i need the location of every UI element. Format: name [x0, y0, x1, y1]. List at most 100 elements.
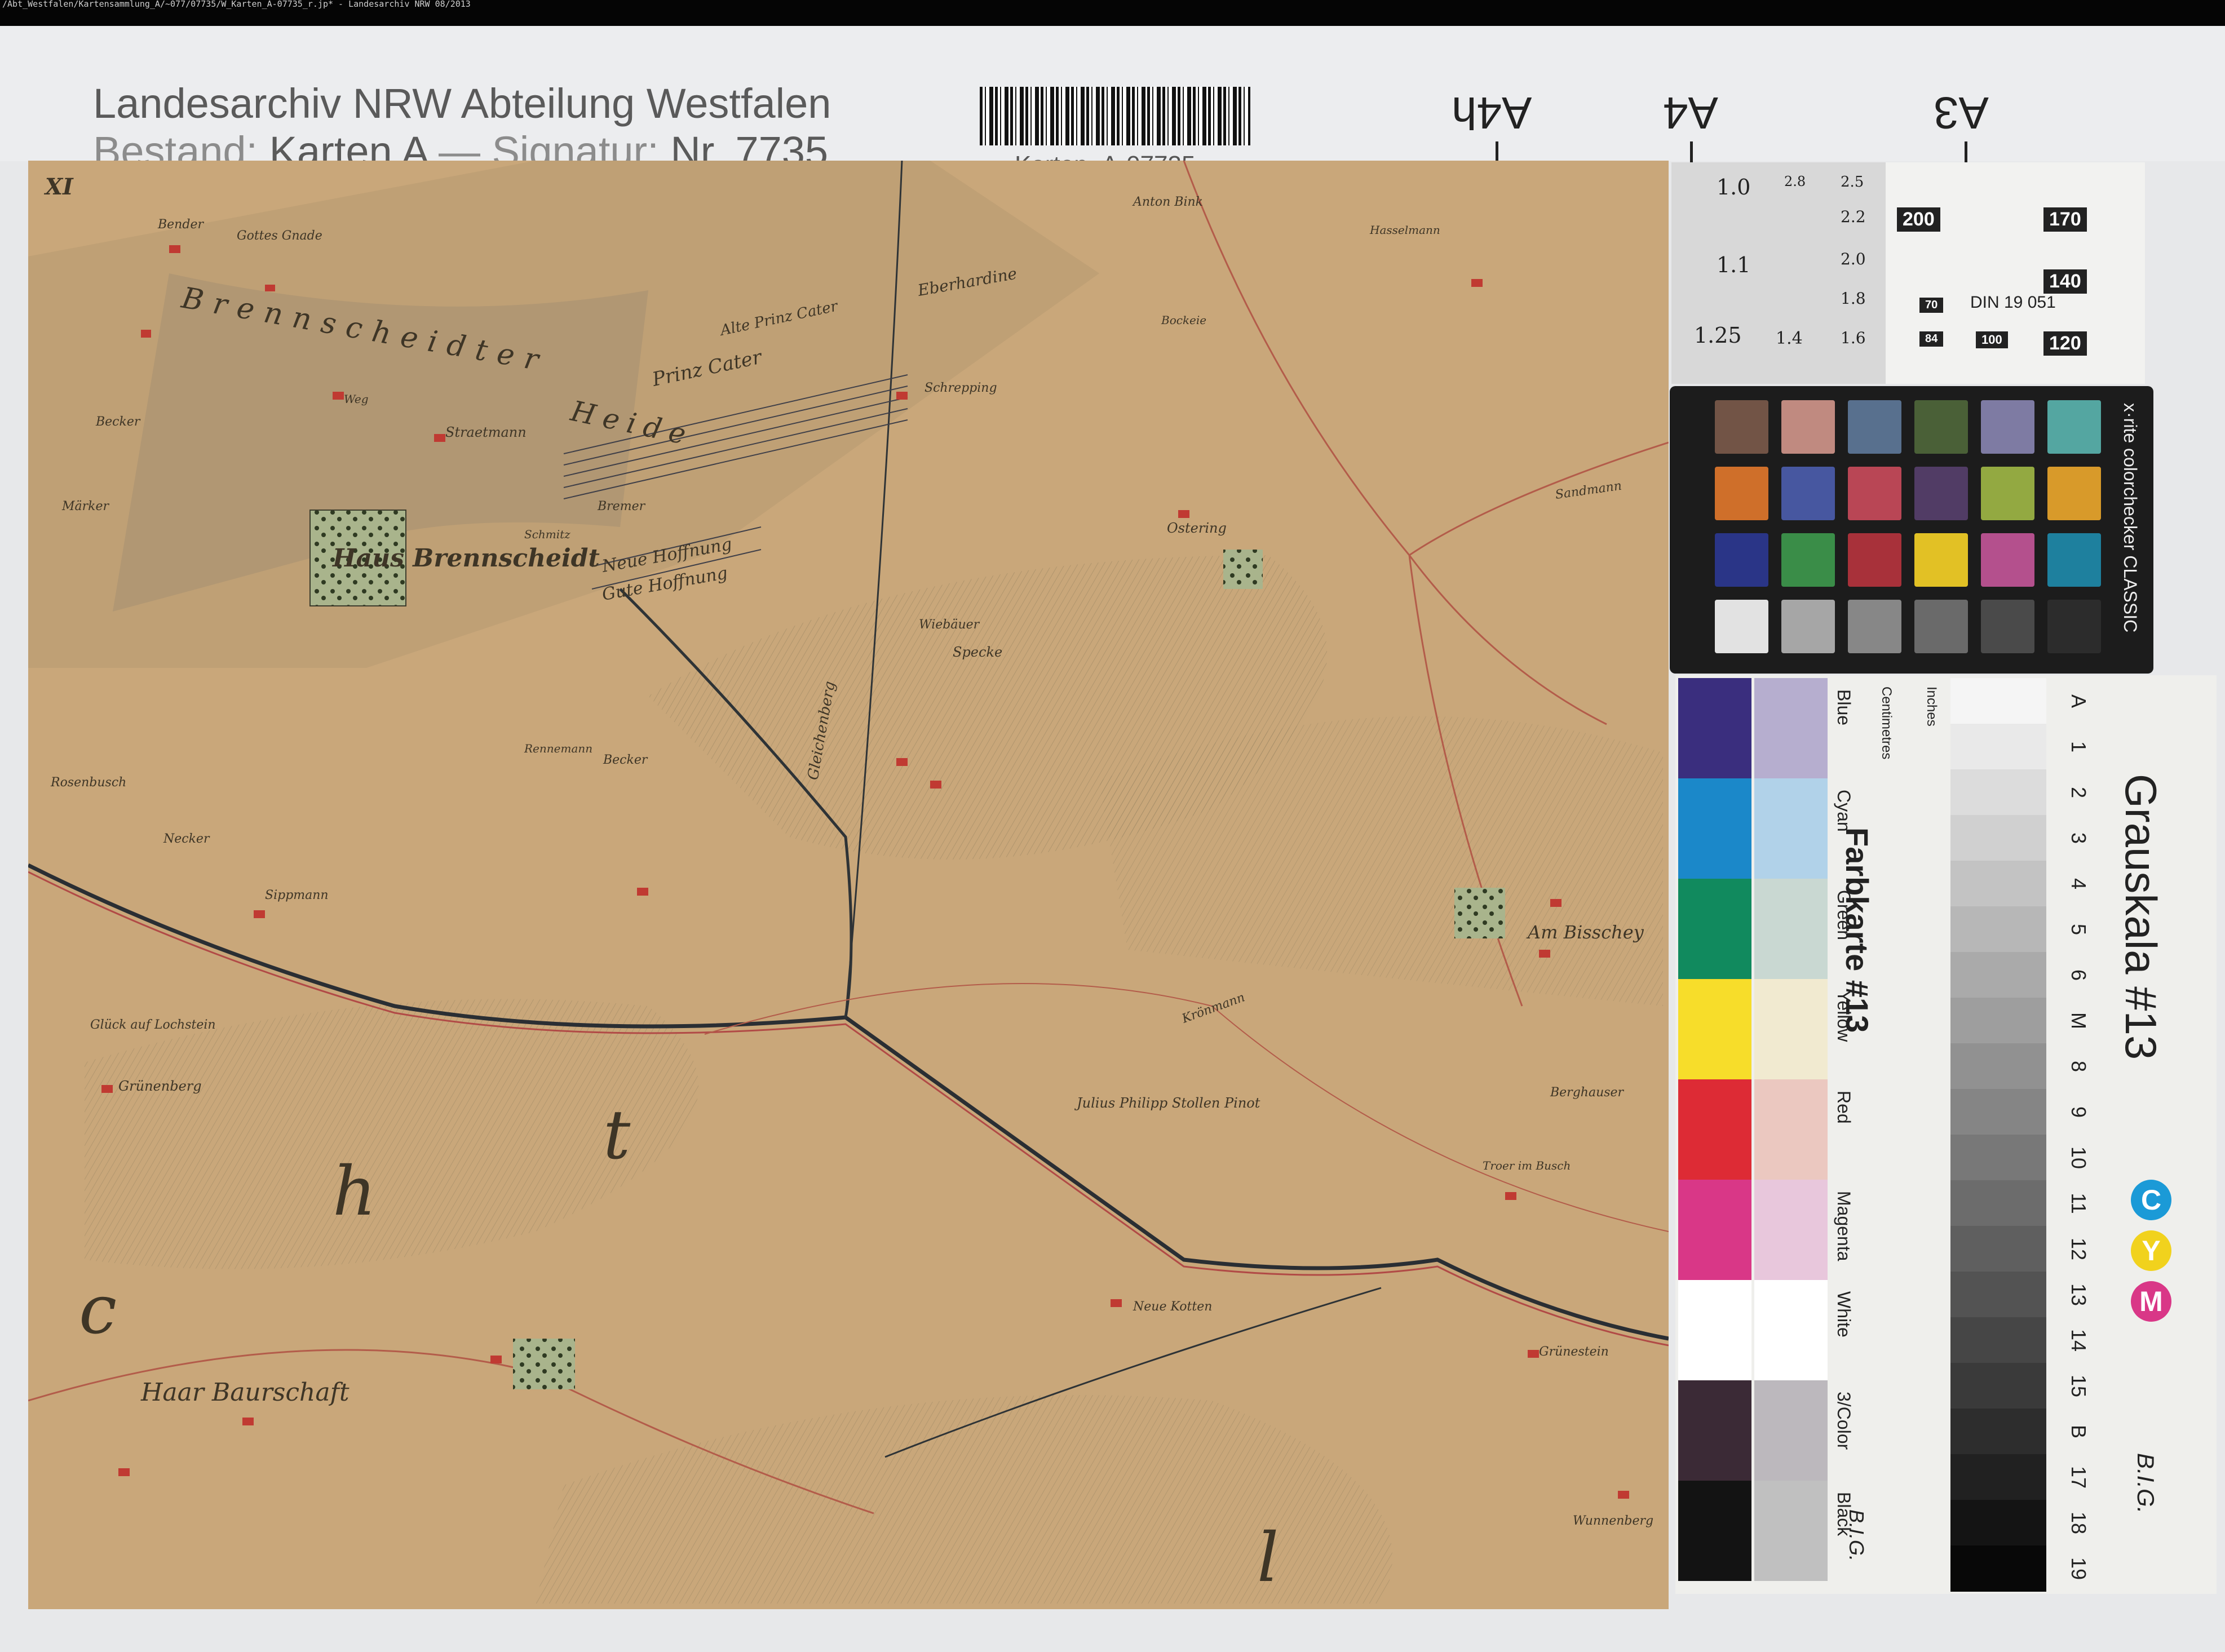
label-neue-kotten: Neue Kotten — [1133, 1300, 1212, 1314]
res-box: 120 — [2043, 331, 2087, 356]
grauskala-mark: 2 — [2067, 786, 2090, 799]
grauskala-mark: 18 — [2067, 1511, 2090, 1535]
label-rosenbusch: Rosenbusch — [50, 776, 126, 790]
size-marker-a3: A3 — [1934, 88, 1989, 138]
large-letter-h: h — [333, 1153, 376, 1231]
colorchecker-patch — [1981, 600, 2034, 653]
institution-title: Landesarchiv NRW Abteilung Westfalen — [93, 80, 831, 127]
grauskala-mark: M — [2067, 1012, 2090, 1029]
label-wiebaeuer: Wiebäuer — [919, 618, 980, 632]
res-value: 1.4 — [1776, 329, 1803, 348]
magenta-dot: M — [2131, 1281, 2171, 1322]
farbkarte-swatch-dark — [1678, 778, 1751, 879]
grauskala-mark: 12 — [2067, 1237, 2090, 1261]
label-gottes-gnade: Gottes Gnade — [237, 229, 322, 243]
colorchecker-patch — [2047, 600, 2101, 653]
label-wunnenberg: Wunnenberg — [1573, 1514, 1653, 1528]
farbkarte-row-label: Blue — [1834, 689, 1854, 726]
farbkarte-big-mark: B.I.G. — [1845, 1509, 1868, 1562]
label-straetmann: Straetmann — [445, 424, 527, 440]
grauskala-step — [1950, 1272, 2046, 1318]
label-bender: Bender — [157, 218, 204, 232]
res-box: 84 — [1919, 331, 1944, 347]
centimetres-label: Centimetres — [1879, 687, 1894, 760]
farbkarte-swatch-dark — [1678, 1280, 1751, 1380]
res-value: 2.2 — [1841, 207, 1866, 226]
grauskala-step — [1950, 1043, 2046, 1089]
grauskala-step — [1950, 815, 2046, 861]
grauskala-step — [1950, 906, 2046, 953]
farbkarte-swatch-dark — [1678, 979, 1751, 1079]
label-schrepping: Schrepping — [924, 381, 997, 395]
label-specke: Specke — [953, 644, 1002, 660]
grauskala-mark: 14 — [2067, 1328, 2090, 1352]
farbkarte-title: Farbkarte #13 — [1839, 827, 1875, 1033]
grauskala-mark: 10 — [2067, 1146, 2090, 1170]
grauskala-mark: 5 — [2067, 923, 2090, 936]
label-haar-baurschaft: Haar Baurschaft — [140, 1378, 350, 1407]
grauskala-step — [1950, 1500, 2046, 1546]
large-letter-l: l — [1257, 1519, 1279, 1597]
historic-map-sheet: XI Brennscheidter Heide Haus Brennscheid… — [28, 161, 1669, 1609]
grauskala-step — [1950, 769, 2046, 816]
yellow-dot: Y — [2131, 1230, 2171, 1271]
farbkarte-swatch-light — [1754, 1180, 1828, 1280]
grauskala-mark: B — [2067, 1424, 2090, 1438]
colorchecker-patch — [1781, 467, 1835, 520]
farbkarte-swatch-light — [1754, 678, 1828, 778]
label-julius-philipp: Julius Philipp Stollen Pinot — [1074, 1095, 1260, 1111]
res-value: 1.6 — [1841, 329, 1866, 347]
farbkarte-swatch-light — [1754, 879, 1828, 979]
res-value: 1.8 — [1841, 289, 1866, 308]
grauskala-mark: 11 — [2067, 1193, 2090, 1214]
label-weg: Weg — [344, 392, 369, 406]
grauskala-step — [1950, 678, 2046, 724]
label-gruenenberg: Grünenberg — [118, 1078, 202, 1094]
label-ostering: Ostering — [1167, 520, 1227, 536]
farbkarte-row-label: White — [1834, 1291, 1854, 1337]
label-becker2: Becker — [95, 415, 141, 429]
res-value: 1.0 — [1717, 175, 1751, 200]
farbkarte-swatch-light — [1754, 1079, 1828, 1180]
grauskala-step — [1950, 1135, 2046, 1181]
colorchecker-patch — [1715, 467, 1768, 520]
label-rennemann: Rennemann — [524, 742, 592, 755]
label-am-bisschey: Am Bisschey — [1526, 922, 1644, 943]
colorchecker-card: x·rite colorchecker CLASSIC — [1670, 386, 2153, 674]
large-letter-c: c — [79, 1271, 117, 1349]
farbkarte-swatch-dark — [1678, 879, 1751, 979]
farbkarte-row-label: 3/Color — [1834, 1392, 1854, 1450]
farbkarte-swatch-light — [1754, 979, 1828, 1079]
grauskala-step — [1950, 952, 2046, 998]
grauskala-step — [1950, 1545, 2046, 1592]
colorchecker-patch — [1781, 600, 1835, 653]
colorchecker-patch — [1981, 400, 2034, 454]
grauskala-step — [1950, 861, 2046, 907]
colorchecker-patch — [1848, 600, 1901, 653]
colorchecker-patch — [1715, 600, 1768, 653]
size-marker-a4h: A4h — [1452, 88, 1532, 138]
colorchecker-patch — [1981, 533, 2034, 587]
grauskala-mark: 13 — [2067, 1283, 2090, 1306]
label-necker: Necker — [163, 832, 210, 846]
grauskala-mark: 9 — [2067, 1106, 2090, 1118]
grauskala-step — [1950, 1409, 2046, 1455]
path-bar: /Abt_Westfalen/Kartensammlung_A/~077/077… — [0, 0, 2225, 26]
res-value: 2.0 — [1841, 250, 1866, 268]
grauskala-step — [1950, 1454, 2046, 1500]
resolution-target: 1.0 1.1 1.25 1.4 1.6 1.8 2.0 2.2 2.5 2.8… — [1671, 162, 2145, 384]
label-bockeie: Bockeie — [1161, 313, 1206, 327]
grauskala-step — [1950, 1226, 2046, 1272]
grauskala-step — [1950, 1363, 2046, 1409]
grauskala-step — [1950, 1180, 2046, 1226]
farbkarte-swatch-dark — [1678, 1481, 1751, 1581]
res-box: 140 — [2043, 269, 2087, 294]
res-value: 2.5 — [1841, 174, 1864, 191]
farbkarte-swatch-light — [1754, 1380, 1828, 1481]
grauskala-mark: 3 — [2067, 832, 2090, 844]
size-marker-a4: A4 — [1663, 88, 1718, 138]
label-becker: Becker — [603, 753, 648, 767]
label-haus-brennscheidt: Haus Brennscheidt — [331, 544, 600, 573]
sheet-mark: XI — [43, 174, 74, 200]
res-box: 200 — [1897, 207, 1940, 232]
